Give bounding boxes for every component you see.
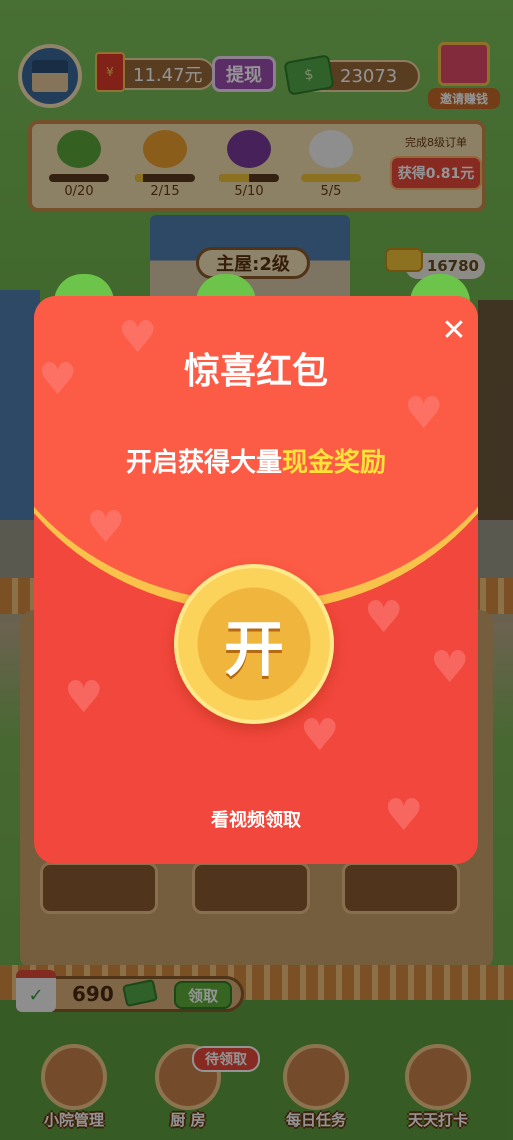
subtitle-prefix: 开启获得大量 [125, 448, 282, 478]
heart-icon: ♥ [404, 388, 444, 439]
modal-title: 惊喜红包 [183, 351, 328, 392]
heart-icon: ♥ [430, 642, 470, 693]
watch-video-link[interactable]: 看视频领取 [34, 806, 478, 832]
open-button[interactable]: 开 [174, 564, 334, 724]
subtitle-highlight: 现金奖励 [282, 448, 387, 478]
heart-icon: ♥ [86, 502, 126, 553]
red-packet-modal: ♥ ♥ ♥ ♥ ♥ ♥ ♥ ♥ ♥ ✕ 惊喜红包 开启获得大量现金奖励 开 看视… [34, 296, 478, 864]
heart-icon: ♥ [300, 710, 340, 761]
heart-icon: ♥ [64, 672, 104, 723]
open-label: 开 [224, 614, 284, 685]
heart-icon: ♥ [364, 592, 404, 643]
modal-subtitle: 开启获得大量现金奖励 [34, 442, 478, 479]
